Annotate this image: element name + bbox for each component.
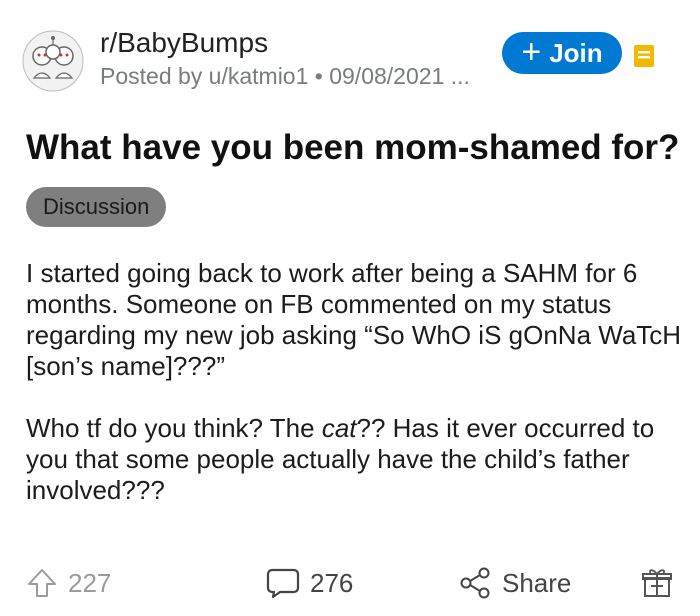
emphasis-text: cat (321, 413, 357, 443)
upvote-arrow-icon (28, 569, 56, 597)
post-action-bar: 227 276 Share (0, 558, 700, 608)
comment-bubble-icon (266, 568, 300, 599)
post-title[interactable]: What have you been mom-shamed for? (26, 126, 679, 170)
comment-count: 276 (310, 567, 354, 598)
post-header: r/BabyBumps Posted by u/katmio1 • 09/08/… (0, 0, 700, 100)
upvote-count: 227 (68, 567, 112, 598)
share-nodes-icon (460, 567, 490, 599)
join-button[interactable]: + Join (502, 32, 622, 74)
body-paragraph-2: Who tf do you think? The cat?? Has it ev… (26, 413, 686, 506)
body-paragraph-1: I started going back to work after being… (26, 258, 682, 381)
plus-icon: + (521, 32, 542, 71)
upvote-button[interactable]: 227 (26, 558, 111, 608)
share-button[interactable]: Share (458, 558, 571, 608)
save-bookmark-icon[interactable] (633, 44, 655, 68)
subreddit-avatar-icon[interactable] (22, 30, 84, 92)
body-text: Who tf do you think? The (26, 413, 322, 443)
post-body: I started going back to work after being… (26, 258, 686, 506)
post-meta: Posted by u/katmio1 • 09/08/2021 ... (100, 63, 470, 89)
share-label: Share (502, 567, 572, 598)
join-label: Join (549, 37, 603, 68)
gift-award-icon (642, 569, 672, 597)
post-flair[interactable]: Discussion (26, 187, 167, 227)
subreddit-name[interactable]: r/BabyBumps (100, 26, 268, 60)
comments-button[interactable]: 276 (266, 558, 353, 608)
award-button[interactable] (640, 558, 674, 608)
